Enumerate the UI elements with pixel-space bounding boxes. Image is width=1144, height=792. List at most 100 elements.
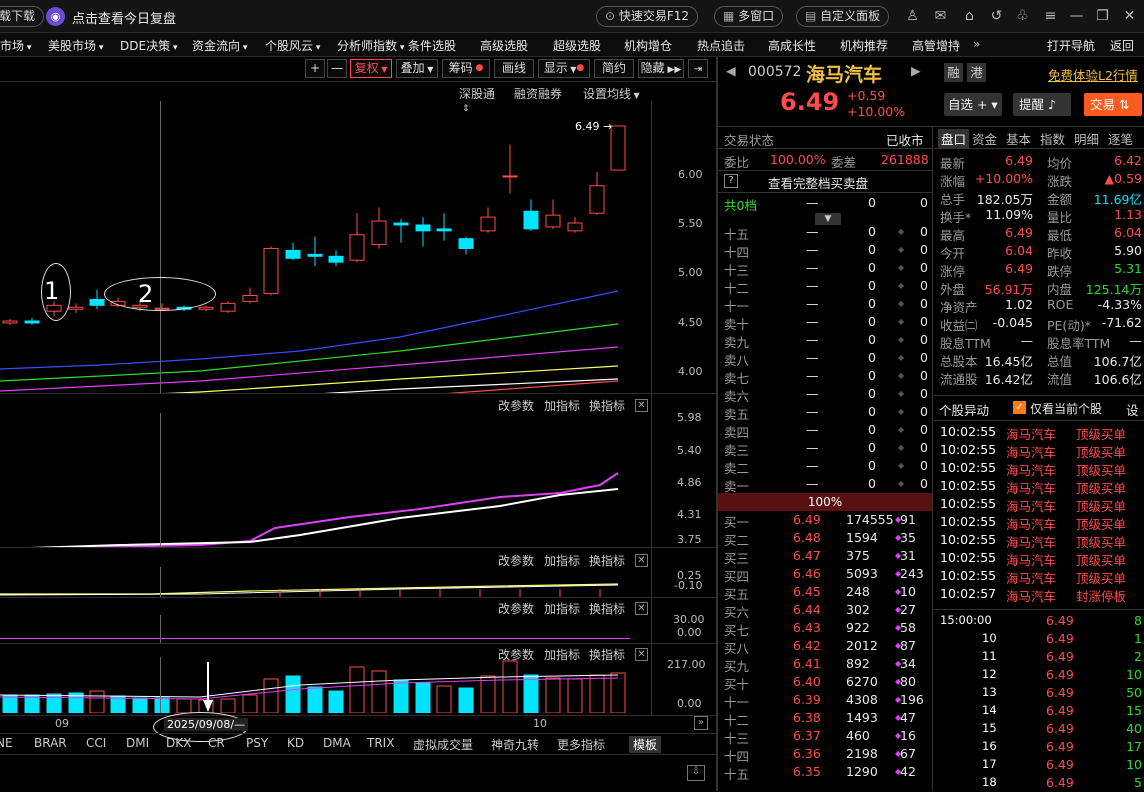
orderbook-row[interactable]: 十三 —0 0 ◆ — [718, 259, 932, 278]
rongzi-link[interactable]: 融资融券 — [514, 85, 562, 102]
mail-icon[interactable]: ✉ — [932, 8, 949, 25]
close-panel-icon[interactable]: ✕ — [635, 554, 648, 567]
more-menu-icon[interactable]: » — [973, 37, 980, 51]
only-current-checkbox[interactable]: ✓ — [1013, 401, 1026, 414]
menu-item[interactable]: 机构推荐 — [840, 37, 888, 54]
orderbook-row[interactable]: 买六 6.44 302 27 ◆ — [718, 601, 932, 620]
huaxian-button[interactable]: 画线 — [494, 59, 534, 78]
menu-item[interactable]: 分析师指数 ▾ — [337, 37, 404, 54]
orderbook-row[interactable]: 十五 —0 0 ◆ — [718, 223, 932, 242]
alert-row[interactable]: 10:02:55 海马汽车 顶级买单 — [936, 441, 1144, 460]
quote-tab[interactable]: 盘口 — [938, 129, 970, 148]
alert-row[interactable]: 10:02:55 海马汽车 顶级买单 — [936, 531, 1144, 550]
orderbook-row[interactable]: 买七 6.43 922 58 ◆ — [718, 619, 932, 638]
chouma-button[interactable]: 筹码 ● — [442, 59, 490, 78]
prev-stock-icon[interactable]: ◀ — [726, 63, 736, 78]
add-watchlist-button[interactable]: 自选 + ▾ — [944, 93, 1002, 116]
edit-params-link[interactable]: 改参数 — [498, 600, 534, 617]
menu-item[interactable]: 高级选股 — [480, 37, 528, 54]
orderbook-row[interactable]: 卖五 —0 0 ◆ — [718, 403, 932, 422]
alert-button[interactable]: 提醒 ♪ — [1013, 93, 1071, 116]
fullscreen-button[interactable]: ⇥ — [688, 59, 708, 78]
quote-tab[interactable]: 明细 — [1074, 129, 1099, 148]
orderbook-row[interactable]: 买二 6.48 1594 35 ◆ — [718, 529, 932, 548]
orderbook-row[interactable]: 买十 6.40 6270 80 ◆ — [718, 673, 932, 692]
indicator-tab[interactable]: DMI — [126, 736, 149, 750]
diejia-button[interactable]: 叠加 ▼ — [396, 59, 438, 78]
indicator-tab[interactable]: DKX — [166, 736, 191, 750]
jianyue-button[interactable]: 简约 — [594, 59, 634, 78]
l2-link[interactable]: 免费体验L2行情 — [1048, 65, 1138, 84]
menu-item[interactable]: 个股风云 ▾ — [265, 37, 320, 54]
orderbook-row[interactable]: 十一 —0 0 ◆ — [718, 295, 932, 314]
menu-item[interactable]: 高管增持 — [912, 37, 960, 54]
orderbook-row[interactable]: 卖七 —0 0 ◆ — [718, 367, 932, 386]
orderbook-row[interactable]: 十二 —0 0 ◆ — [718, 277, 932, 296]
orderbook-row[interactable]: 十三 6.37 460 16 ◆ — [718, 727, 932, 746]
shirt-icon[interactable]: ♧ — [1014, 8, 1031, 25]
indicator-tab[interactable]: 更多指标 — [557, 736, 605, 753]
orderbook-row[interactable]: 卖二 —0 0 ◆ — [718, 457, 932, 476]
alerts-settings-button[interactable]: 设 — [1126, 400, 1139, 419]
orderbook-row[interactable]: 十二 6.38 1493 47 ◆ — [718, 709, 932, 728]
back-button[interactable]: 返回 — [1110, 37, 1134, 54]
orderbook-row[interactable]: 卖八 —0 0 ◆ — [718, 349, 932, 368]
multi-window-button[interactable]: ▦ 多窗口 — [714, 6, 784, 27]
zoom-in-button[interactable]: + — [305, 59, 325, 78]
orderbook-row[interactable]: 卖三 —0 0 ◆ — [718, 439, 932, 458]
menu-item[interactable]: 资金流向 ▾ — [192, 37, 247, 54]
menu-item[interactable]: 条件选股 — [408, 37, 456, 54]
scroll-right-icon[interactable]: » — [694, 716, 708, 730]
quote-tab[interactable]: 基本 — [1006, 129, 1031, 148]
orderbook-row[interactable]: 十一 6.39 4308 196 ◆ — [718, 691, 932, 710]
orderbook-row[interactable]: 卖九 —0 0 ◆ — [718, 331, 932, 350]
alert-row[interactable]: 10:02:55 海马汽车 顶级买单 — [936, 567, 1144, 586]
menu-icon[interactable]: ≡ — [1042, 8, 1059, 25]
indicator-tab[interactable]: KD — [287, 736, 304, 750]
quote-tab[interactable]: 资金 — [972, 129, 997, 148]
orderbook-row[interactable]: 买八 6.42 2012 87 ◆ — [718, 637, 932, 656]
indicator-tab[interactable]: 神奇九转 — [491, 736, 539, 753]
add-indicator-link[interactable]: 加指标 — [544, 397, 580, 414]
menu-item[interactable]: 热点追击 — [697, 37, 745, 54]
open-nav-button[interactable]: 打开导航 — [1047, 37, 1095, 54]
zoom-out-button[interactable]: — — [327, 59, 347, 78]
gang-badge[interactable]: 港 — [967, 63, 986, 82]
orderbook-row[interactable]: 卖十 —0 0 ◆ — [718, 313, 932, 332]
indicator-tab[interactable]: DMA — [323, 736, 351, 750]
rong-badge[interactable]: 融 — [944, 63, 963, 82]
orderbook-row[interactable]: 十五 6.35 1290 42 ◆ — [718, 763, 932, 782]
indicator-tab[interactable]: 虚拟成交量 — [413, 736, 473, 753]
orderbook-row[interactable]: 卖一 —0 0 ◆ — [718, 475, 932, 494]
xianshi-button[interactable]: 显示 ▼● — [538, 59, 590, 78]
quote-tab[interactable]: 逐笔 — [1108, 129, 1133, 148]
switch-indicator-link[interactable]: 换指标 — [589, 600, 625, 617]
orderbook-row[interactable]: 卖四 —0 0 ◆ — [718, 421, 932, 440]
download-button[interactable]: 载下载 — [0, 6, 45, 27]
menu-item[interactable]: 市场 ▾ — [0, 37, 31, 54]
menu-item[interactable]: 美股市场 ▾ — [48, 37, 103, 54]
fuquan-button[interactable]: 复权 ▼ — [350, 59, 392, 78]
close-icon[interactable]: ✕ — [1121, 8, 1138, 25]
alert-row[interactable]: 10:02:55 海马汽车 顶级买单 — [936, 423, 1144, 442]
restore-icon[interactable]: ❐ — [1094, 8, 1111, 25]
orderbook-row[interactable]: 卖六 —0 0 ◆ — [718, 385, 932, 404]
indicator-tab[interactable]: TRIX — [367, 736, 394, 750]
indicator-tab[interactable]: CR — [208, 736, 225, 750]
add-indicator-link[interactable]: 加指标 — [544, 600, 580, 617]
user-icon[interactable]: ♙ — [904, 8, 921, 25]
full-book-link[interactable]: 查看完整档买卖盘 — [768, 173, 868, 192]
quick-trade-button[interactable]: ⊙ 快速交易F12 — [596, 6, 699, 27]
orderbook-row[interactable]: 买五 6.45 248 10 ◆ — [718, 583, 932, 602]
switch-indicator-link[interactable]: 换指标 — [589, 397, 625, 414]
alert-row[interactable]: 10:02:57 海马汽车 封涨停板 — [936, 585, 1144, 604]
custom-panel-button[interactable]: ▤ 自定义面板 — [796, 6, 890, 27]
indicator-tab[interactable]: NE — [0, 736, 13, 750]
alert-row[interactable]: 10:02:55 海马汽车 顶级买单 — [936, 549, 1144, 568]
orderbook-row[interactable]: 十四 6.36 2198 67 ◆ — [718, 745, 932, 764]
close-panel-icon[interactable]: ✕ — [635, 399, 648, 412]
quote-tab[interactable]: 指数 — [1040, 129, 1065, 148]
ma-settings-link[interactable]: 设置均线 ▼ — [583, 85, 640, 102]
menu-item[interactable]: DDE决策 ▾ — [120, 37, 177, 54]
lock-icon[interactable]: ⌂ — [961, 8, 978, 25]
